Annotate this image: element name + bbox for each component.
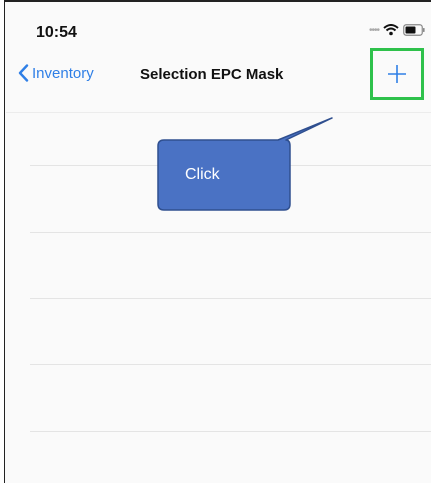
battery-icon <box>403 24 425 36</box>
cellular-dots-icon: •••• <box>368 24 380 36</box>
list-separator <box>30 232 431 233</box>
page-title: Selection EPC Mask <box>140 66 284 83</box>
frame-border <box>4 0 431 2</box>
chevron-left-icon <box>18 64 29 82</box>
back-button[interactable]: Inventory <box>18 64 94 82</box>
plus-icon <box>388 65 406 83</box>
list-separator <box>30 298 431 299</box>
list-separator <box>30 431 431 432</box>
callout-text: Click <box>185 166 220 183</box>
status-icons: •••• <box>369 24 425 36</box>
status-time: 10:54 <box>36 24 77 41</box>
add-button[interactable] <box>370 48 424 100</box>
list-separator <box>30 364 431 365</box>
callout-bubble <box>157 117 333 211</box>
back-label: Inventory <box>32 64 94 82</box>
wifi-icon <box>383 24 399 36</box>
